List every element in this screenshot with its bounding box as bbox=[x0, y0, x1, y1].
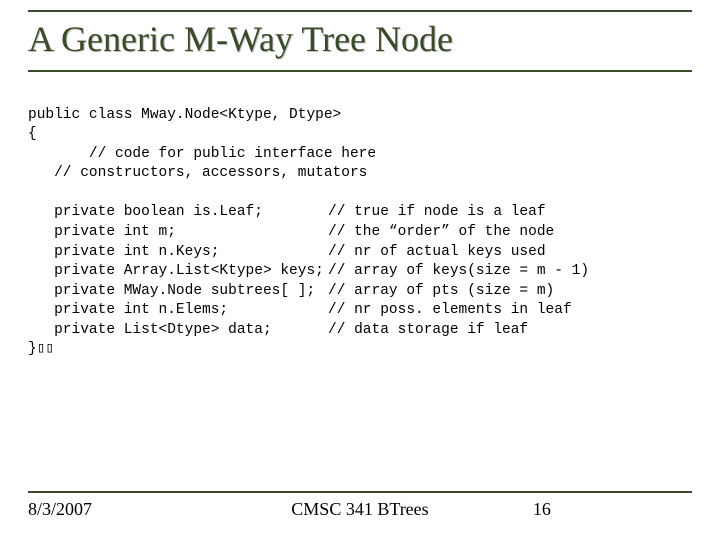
code-field: private int n.Keys;// nr of actual keys … bbox=[28, 244, 546, 260]
code-line: { bbox=[28, 126, 37, 142]
slide-title: A Generic M-Way Tree Node bbox=[28, 18, 692, 60]
footer: 8/3/2007 CMSC 341 BTrees 16 bbox=[28, 491, 692, 520]
code-field: private int m;// the “order” of the node bbox=[28, 224, 554, 240]
code-line: // constructors, accessors, mutators bbox=[28, 165, 367, 181]
title-rule: A Generic M-Way Tree Node bbox=[28, 10, 692, 72]
code-line: }▯▯ bbox=[28, 341, 54, 357]
code-line: public class Mway.Node<Ktype, Dtype> bbox=[28, 107, 341, 123]
code-field: private boolean is.Leaf;// true if node … bbox=[28, 204, 546, 220]
code-field: private int n.Elems;// nr poss. elements… bbox=[28, 302, 572, 318]
footer-center: CMSC 341 BTrees bbox=[247, 499, 473, 520]
footer-date: 8/3/2007 bbox=[28, 499, 247, 520]
code-field: private Array.List<Ktype> keys;// array … bbox=[28, 263, 589, 279]
code-block: public class Mway.Node<Ktype, Dtype> { /… bbox=[28, 86, 692, 360]
code-field: private List<Dtype> data;// data storage… bbox=[28, 322, 528, 338]
footer-page: 16 bbox=[473, 499, 692, 520]
code-field: private MWay.Node subtrees[ ];// array o… bbox=[28, 283, 554, 299]
slide: A Generic M-Way Tree Node public class M… bbox=[0, 0, 720, 540]
code-line: // code for public interface here bbox=[28, 146, 376, 162]
